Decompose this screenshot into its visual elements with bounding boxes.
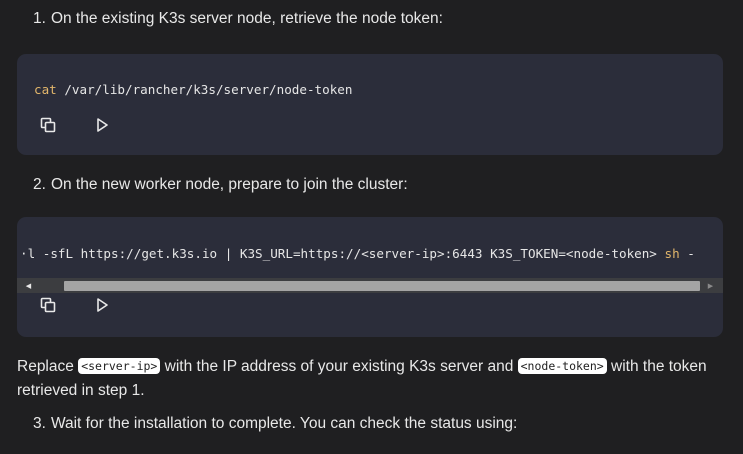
copy-button[interactable] (37, 114, 59, 136)
copy-icon (40, 117, 56, 133)
replace-note: Replace <server-ip> with the IP address … (17, 354, 723, 403)
step-2-number: 2. (33, 176, 46, 193)
step-2-text: On the new worker node, prepare to join … (50, 176, 408, 193)
code-line-1[interactable]: cat /var/lib/rancher/k3s/server/node-tok… (34, 82, 352, 97)
run-button[interactable] (91, 114, 113, 136)
step-1-number: 1. (33, 10, 46, 27)
step-1: 1. On the existing K3s server node, retri… (33, 10, 443, 28)
play-icon (97, 118, 108, 132)
code-text: /var/lib/rancher/k3s/server/node-token (56, 82, 353, 97)
code-keyword: sh (664, 246, 680, 261)
copy-button[interactable] (37, 294, 59, 316)
copy-icon (40, 297, 56, 313)
run-button[interactable] (91, 294, 113, 316)
code-block-2: ·l -sfL https://get.k3s.io | K3S_URL=htt… (17, 217, 723, 337)
step-2: 2. On the new worker node, prepare to joi… (33, 176, 408, 194)
step-1-text: On the existing K3s server node, retriev… (50, 10, 443, 27)
inline-code-server-ip: <server-ip> (78, 358, 161, 374)
play-icon (97, 298, 108, 312)
code-keyword: cat (34, 82, 57, 97)
scrollbar-thumb[interactable] (64, 281, 700, 291)
code-block-1: cat /var/lib/rancher/k3s/server/node-tok… (17, 54, 723, 155)
code-line-2[interactable]: ·l -sfL https://get.k3s.io | K3S_URL=htt… (20, 246, 695, 261)
step-3-text: Wait for the installation to complete. Y… (50, 415, 518, 432)
inline-code-node-token: <node-token> (517, 358, 607, 374)
step-3-number: 3. (33, 415, 46, 432)
scroll-right-arrow-icon[interactable]: ▶ (703, 278, 718, 293)
code-text-prefix: ·l -sfL https://get.k3s.io | K3S_URL=htt… (20, 246, 665, 261)
code-text-suffix: - (679, 246, 695, 261)
scroll-left-arrow-icon[interactable]: ◀ (21, 278, 36, 293)
note-text-2: with the IP address of your existing K3s… (160, 358, 518, 375)
horizontal-scrollbar[interactable]: ◀ ▶ (17, 278, 723, 293)
note-text-1: Replace (17, 358, 79, 375)
step-3: 3. Wait for the installation to complete.… (33, 415, 517, 433)
